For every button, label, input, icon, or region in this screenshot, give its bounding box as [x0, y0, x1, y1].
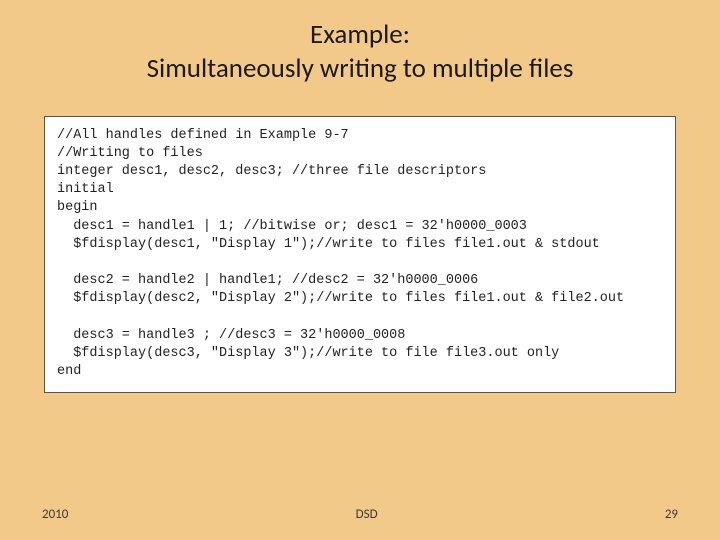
- slide-title: Example: Simultaneously writing to multi…: [30, 18, 690, 86]
- code-block: //All handles defined in Example 9-7 //W…: [44, 116, 676, 393]
- slide-footer: 2010 DSD 29: [0, 507, 720, 522]
- slide: Example: Simultaneously writing to multi…: [0, 0, 720, 540]
- footer-center: DSD: [68, 507, 664, 522]
- footer-page-number: 29: [665, 507, 678, 522]
- footer-year: 2010: [42, 507, 68, 522]
